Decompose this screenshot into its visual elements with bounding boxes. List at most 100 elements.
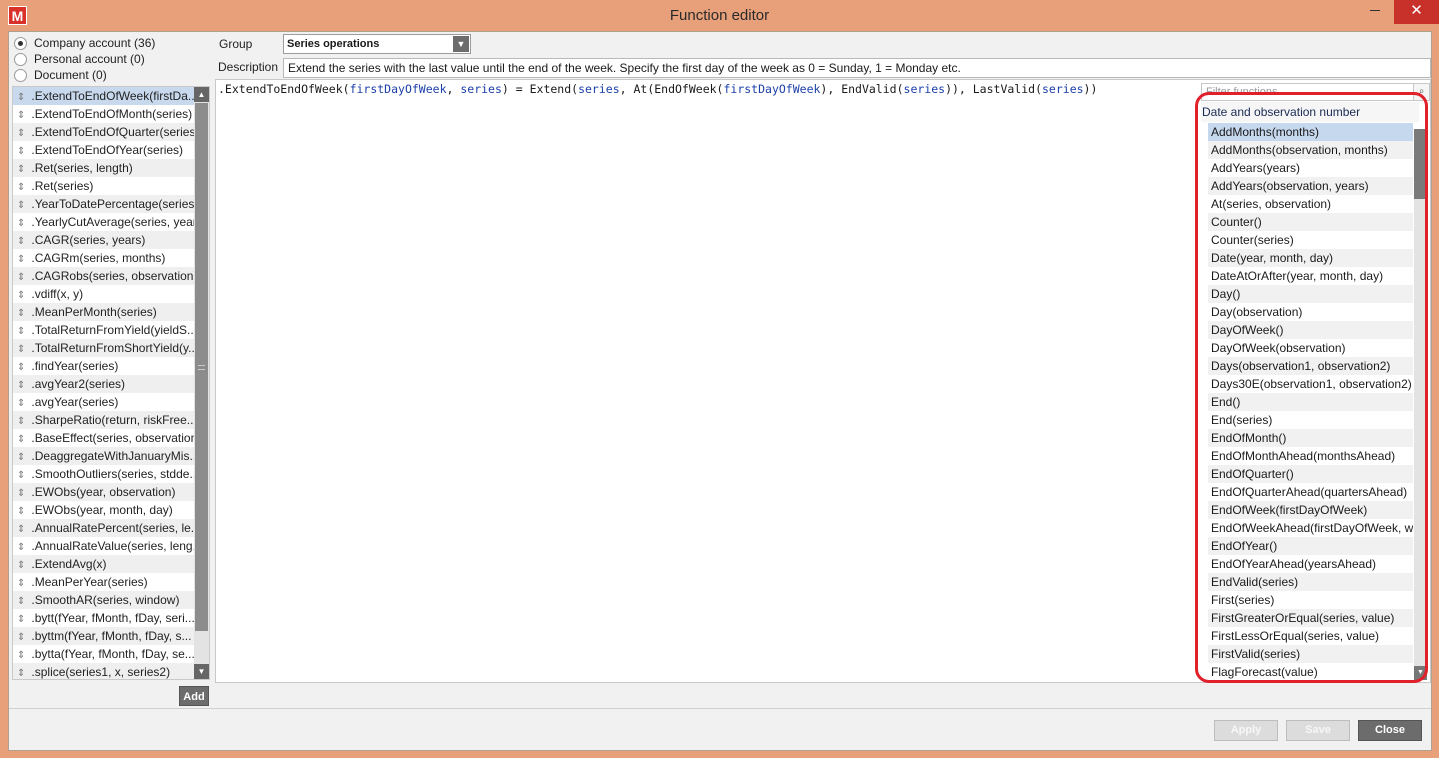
drag-handle-icon[interactable]: ⇕ <box>17 434 25 445</box>
drag-handle-icon[interactable]: ⇕ <box>17 308 25 319</box>
list-item[interactable]: ⇕ .MeanPerMonth(series) <box>13 303 194 321</box>
drag-handle-icon[interactable]: ⇕ <box>17 380 25 391</box>
function-name: .SharpeRatio(return, riskFree... <box>31 413 194 427</box>
drag-handle-icon[interactable]: ⇕ <box>17 92 25 103</box>
drag-handle-icon[interactable]: ⇕ <box>17 524 25 535</box>
list-item[interactable]: ⇕ .avgYear(series) <box>13 393 194 411</box>
group-label: Group <box>219 37 253 51</box>
function-list-scrollbar[interactable]: ▲ ▼ <box>194 87 209 679</box>
list-item[interactable]: ⇕ .EWObs(year, observation) <box>13 483 194 501</box>
function-name: .YearlyCutAverage(series, year) <box>31 215 194 229</box>
list-item[interactable]: ⇕ .ExtendToEndOfQuarter(series) <box>13 123 194 141</box>
list-item[interactable]: ⇕ .CAGR(series, years) <box>13 231 194 249</box>
account-option-label: Personal account (0) <box>34 52 145 66</box>
drag-handle-icon[interactable]: ⇕ <box>17 596 25 607</box>
close-window-button[interactable]: ✕ <box>1394 0 1439 24</box>
drag-handle-icon[interactable]: ⇕ <box>17 560 25 571</box>
function-name: .CAGRobs(series, observation) <box>31 269 194 283</box>
drag-handle-icon[interactable]: ⇕ <box>17 632 25 643</box>
scroll-down-icon[interactable]: ▼ <box>194 664 209 679</box>
drag-handle-icon[interactable]: ⇕ <box>17 398 25 409</box>
group-select-value: Series operations <box>287 38 380 50</box>
drag-handle-icon[interactable]: ⇕ <box>17 578 25 589</box>
drag-handle-icon[interactable]: ⇕ <box>17 128 25 139</box>
group-select[interactable]: Series operations ▼ <box>283 34 471 54</box>
save-button[interactable]: Save <box>1286 720 1350 741</box>
function-name: .CAGRm(series, months) <box>31 251 166 265</box>
drag-handle-icon[interactable]: ⇕ <box>17 110 25 121</box>
drag-handle-icon[interactable]: ⇕ <box>17 650 25 661</box>
drag-handle-icon[interactable]: ⇕ <box>17 614 25 625</box>
drag-handle-icon[interactable]: ⇕ <box>17 488 25 499</box>
drag-handle-icon[interactable]: ⇕ <box>17 668 25 679</box>
function-list[interactable]: ⇕ .ExtendToEndOfWeek(firstDa... ⇕ .ExtendTo… <box>12 86 210 680</box>
drag-handle-icon[interactable]: ⇕ <box>17 542 25 553</box>
list-item[interactable]: ⇕ .DeaggregateWithJanuaryMis... <box>13 447 194 465</box>
list-item[interactable]: ⇕ .ExtendToEndOfMonth(series) <box>13 105 194 123</box>
list-item[interactable]: ⇕ .bytt(fYear, fMonth, fDay, seri... <box>13 609 194 627</box>
list-item[interactable]: ⇕ .AnnualRateValue(series, leng... <box>13 537 194 555</box>
function-name: .findYear(series) <box>31 359 119 373</box>
list-item[interactable]: ⇕ .TotalReturnFromShortYield(y... <box>13 339 194 357</box>
list-item[interactable]: ⇕ .ExtendToEndOfWeek(firstDa... <box>13 87 194 105</box>
list-item[interactable]: ⇕ .avgYear2(series) <box>13 375 194 393</box>
list-item[interactable]: ⇕ .vdiff(x, y) <box>13 285 194 303</box>
list-item[interactable]: ⇕ .BaseEffect(series, observation) <box>13 429 194 447</box>
account-option[interactable]: Personal account (0) <box>14 51 155 67</box>
drag-handle-icon[interactable]: ⇕ <box>17 362 25 373</box>
drag-handle-icon[interactable]: ⇕ <box>17 506 25 517</box>
list-item[interactable]: ⇕ .ExtendToEndOfYear(series) <box>13 141 194 159</box>
chevron-down-icon[interactable]: ▼ <box>453 36 469 52</box>
list-item[interactable]: ⇕ .Ret(series, length) <box>13 159 194 177</box>
close-button[interactable]: Close <box>1358 720 1422 741</box>
drag-handle-icon[interactable]: ⇕ <box>17 200 25 211</box>
radio-button[interactable] <box>14 36 27 50</box>
radio-button[interactable] <box>14 68 27 82</box>
minimize-button[interactable] <box>1360 0 1390 24</box>
list-item[interactable]: ⇕ .ExtendAvg(x) <box>13 555 194 573</box>
function-name: .Ret(series) <box>31 179 94 193</box>
radio-button[interactable] <box>14 52 27 66</box>
account-option[interactable]: Company account (36) <box>14 35 155 51</box>
account-option[interactable]: Document (0) <box>14 67 155 83</box>
list-item[interactable]: ⇕ .SmoothOutliers(series, stdde... <box>13 465 194 483</box>
list-item[interactable]: ⇕ .findYear(series) <box>13 357 194 375</box>
list-item[interactable]: ⇕ .MeanPerYear(series) <box>13 573 194 591</box>
function-name: .EWObs(year, month, day) <box>31 503 173 517</box>
drag-handle-icon[interactable]: ⇕ <box>17 470 25 481</box>
title-bar[interactable]: M Function editor ✕ <box>0 0 1439 31</box>
drag-handle-icon[interactable]: ⇕ <box>17 182 25 193</box>
drag-handle-icon[interactable]: ⇕ <box>17 254 25 265</box>
function-name: .splice(series1, x, series2) <box>31 665 171 679</box>
list-item[interactable]: ⇕ .splice(series1, x, series2) <box>13 663 194 679</box>
list-item[interactable]: ⇕ .bytta(fYear, fMonth, fDay, se... <box>13 645 194 663</box>
list-item[interactable]: ⇕ .TotalReturnFromYield(yieldS... <box>13 321 194 339</box>
drag-handle-icon[interactable]: ⇕ <box>17 452 25 463</box>
drag-handle-icon[interactable]: ⇕ <box>17 218 25 229</box>
list-item[interactable]: ⇕ .CAGRobs(series, observation) <box>13 267 194 285</box>
drag-handle-icon[interactable]: ⇕ <box>17 416 25 427</box>
list-item[interactable]: ⇕ .CAGRm(series, months) <box>13 249 194 267</box>
add-function-button[interactable]: Add <box>179 686 209 706</box>
scroll-grip-icon <box>198 365 205 370</box>
list-item[interactable]: ⇕ .SharpeRatio(return, riskFree... <box>13 411 194 429</box>
drag-handle-icon[interactable]: ⇕ <box>17 164 25 175</box>
list-item[interactable]: ⇕ .EWObs(year, month, day) <box>13 501 194 519</box>
drag-handle-icon[interactable]: ⇕ <box>17 146 25 157</box>
scroll-thumb[interactable] <box>195 103 208 631</box>
list-item[interactable]: ⇕ .AnnualRatePercent(series, le... <box>13 519 194 537</box>
drag-handle-icon[interactable]: ⇕ <box>17 290 25 301</box>
code-parameter: series <box>460 82 502 96</box>
list-item[interactable]: ⇕ .YearlyCutAverage(series, year) <box>13 213 194 231</box>
apply-button[interactable]: Apply <box>1214 720 1278 741</box>
list-item[interactable]: ⇕ .Ret(series) <box>13 177 194 195</box>
list-item[interactable]: ⇕ .YearToDatePercentage(series) <box>13 195 194 213</box>
list-item[interactable]: ⇕ .byttm(fYear, fMonth, fDay, s... <box>13 627 194 645</box>
list-item[interactable]: ⇕ .SmoothAR(series, window) <box>13 591 194 609</box>
description-input[interactable]: Extend the series with the last value un… <box>283 58 1431 78</box>
drag-handle-icon[interactable]: ⇕ <box>17 326 25 337</box>
drag-handle-icon[interactable]: ⇕ <box>17 272 25 283</box>
drag-handle-icon[interactable]: ⇕ <box>17 344 25 355</box>
scroll-up-icon[interactable]: ▲ <box>194 87 209 102</box>
drag-handle-icon[interactable]: ⇕ <box>17 236 25 247</box>
